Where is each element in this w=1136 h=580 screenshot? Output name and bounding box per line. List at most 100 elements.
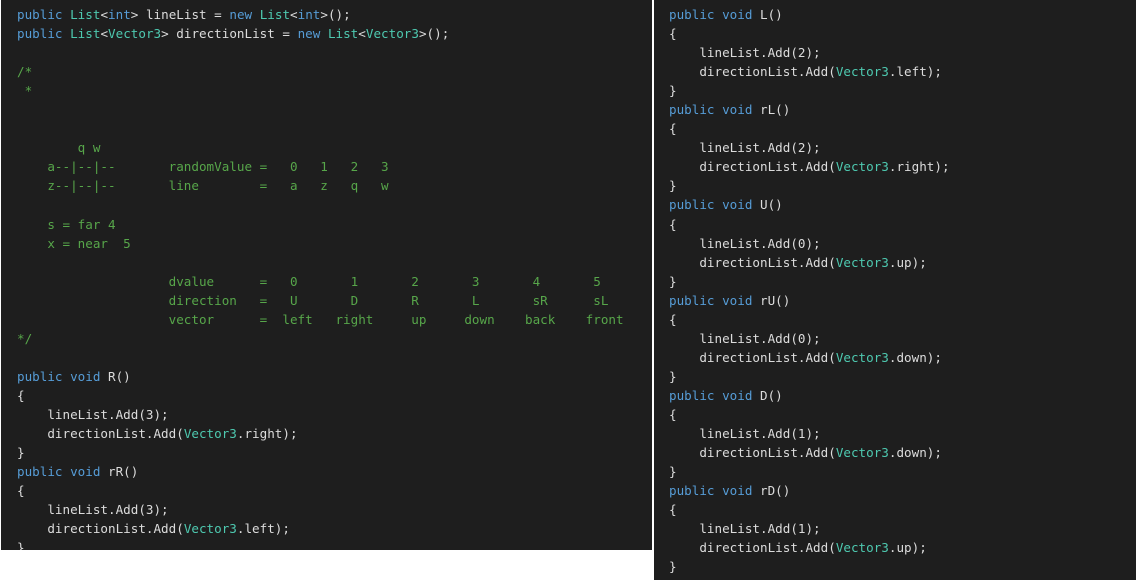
code-token: .up);	[888, 540, 927, 556]
keyword-token: public	[669, 483, 715, 499]
keyword-token: void	[722, 7, 753, 22]
code-line: {	[669, 215, 1136, 234]
comment-token: q w	[17, 140, 101, 156]
code-line: lineList.Add(1);	[669, 519, 1136, 538]
code-line: public void D()	[669, 386, 1136, 405]
code-line: directionList.Add(Vector3.down);	[669, 348, 1136, 367]
code-token: lineList.Add(3);	[17, 502, 169, 518]
code-line: */	[17, 329, 652, 348]
code-line: }	[669, 367, 1136, 386]
code-token: lineList.Add(2);	[669, 140, 821, 156]
code-line: public List<Vector3> directionList = new…	[17, 24, 652, 43]
keyword-token: void	[722, 387, 753, 403]
code-line: public void R()	[17, 367, 652, 386]
code-line: public void rR()	[17, 462, 652, 481]
code-line: lineList.Add(2);	[669, 138, 1136, 157]
keyword-token: int	[108, 7, 131, 22]
code-token: directionList.Add(	[669, 540, 836, 556]
keyword-token: void	[722, 292, 753, 308]
keyword-token: public	[17, 368, 63, 384]
code-line: s = far 4	[17, 215, 652, 234]
keyword-token: void	[722, 102, 753, 118]
comment-token: dvalue = 0 1 2 3 4 5	[17, 273, 601, 289]
code-token: }	[669, 464, 677, 480]
code-line: directionList.Add(Vector3.up);	[669, 538, 1136, 557]
comment-token: vector = left right up down back front	[17, 311, 624, 327]
comment-token: direction = U D R L sR sL	[17, 292, 609, 308]
type-token: Vector3	[835, 540, 889, 556]
code-line: lineList.Add(2);	[669, 43, 1136, 62]
code-line: public List<int> lineList = new List<int…	[17, 5, 652, 24]
keyword-token: public	[17, 7, 63, 22]
code-line: z--|--|-- line = a z q w	[17, 176, 652, 195]
code-line: public void rD()	[669, 481, 1136, 500]
code-token: directionList.Add(	[669, 159, 836, 175]
code-line: }	[17, 538, 652, 550]
keyword-token: public	[669, 292, 715, 308]
comment-token: s = far 4	[17, 216, 116, 232]
type-token: Vector3	[183, 521, 237, 537]
type-token: Vector3	[183, 426, 237, 442]
code-token: .right);	[236, 426, 298, 442]
keyword-token: public	[669, 7, 715, 22]
code-line: lineList.Add(0);	[669, 234, 1136, 253]
code-token: rD()	[752, 483, 791, 499]
code-line: {	[669, 119, 1136, 138]
keyword-token: void	[70, 368, 101, 384]
code-line: }	[17, 443, 652, 462]
code-token: {	[669, 121, 677, 137]
comment-token: */	[17, 330, 33, 346]
code-line: public void rU()	[669, 291, 1136, 310]
code-editor-left[interactable]: public List<int> lineList = new List<int…	[1, 0, 652, 550]
type-token: Vector3	[835, 64, 889, 80]
code-line: {	[17, 481, 652, 500]
code-line: }	[669, 557, 1136, 576]
code-line: lineList.Add(3);	[17, 500, 652, 519]
code-token: R()	[100, 368, 131, 384]
code-line: {	[669, 24, 1136, 43]
type-token: Vector3	[835, 445, 889, 461]
code-token: }	[17, 540, 25, 550]
code-token: directionList.Add(	[669, 445, 836, 461]
code-token: lineList.Add(3);	[17, 406, 169, 422]
keyword-token: int	[297, 7, 321, 22]
code-token: }	[17, 445, 25, 461]
code-token: lineList.Add(0);	[669, 235, 821, 251]
code-line: direction = U D R L sR sL	[17, 291, 652, 310]
keyword-token: void	[722, 197, 753, 213]
code-line: dvalue = 0 1 2 3 4 5	[17, 272, 652, 291]
code-line: vector = left right up down back front	[17, 310, 652, 329]
code-line: lineList.Add(3);	[17, 405, 652, 424]
comment-token: a--|--|-- randomValue = 0 1 2 3	[17, 159, 389, 175]
code-token: D()	[752, 387, 783, 403]
code-editor-right[interactable]: public void L() { lineList.Add(2); direct…	[654, 0, 1136, 580]
code-line: directionList.Add(Vector3.left);	[17, 519, 652, 538]
code-line: public void rL()	[669, 100, 1136, 119]
code-token: lineList.Add(1);	[669, 521, 821, 537]
code-token: rL()	[752, 102, 791, 118]
keyword-token: public	[669, 387, 715, 403]
code-token: .down);	[888, 349, 942, 365]
type-token: Vector3	[108, 26, 162, 42]
type-token: List	[70, 26, 101, 42]
keyword-token: void	[70, 464, 101, 480]
comment-token: *	[17, 83, 33, 99]
code-token: .left);	[236, 521, 290, 537]
keyword-token: public	[669, 102, 715, 118]
code-token: }	[669, 273, 677, 289]
code-token: > lineList =	[130, 7, 230, 22]
code-token: directionList.Add(	[669, 349, 836, 365]
code-line: x = near 5	[17, 234, 652, 253]
code-token: {	[669, 216, 677, 232]
code-token: directionList.Add(	[17, 521, 184, 537]
